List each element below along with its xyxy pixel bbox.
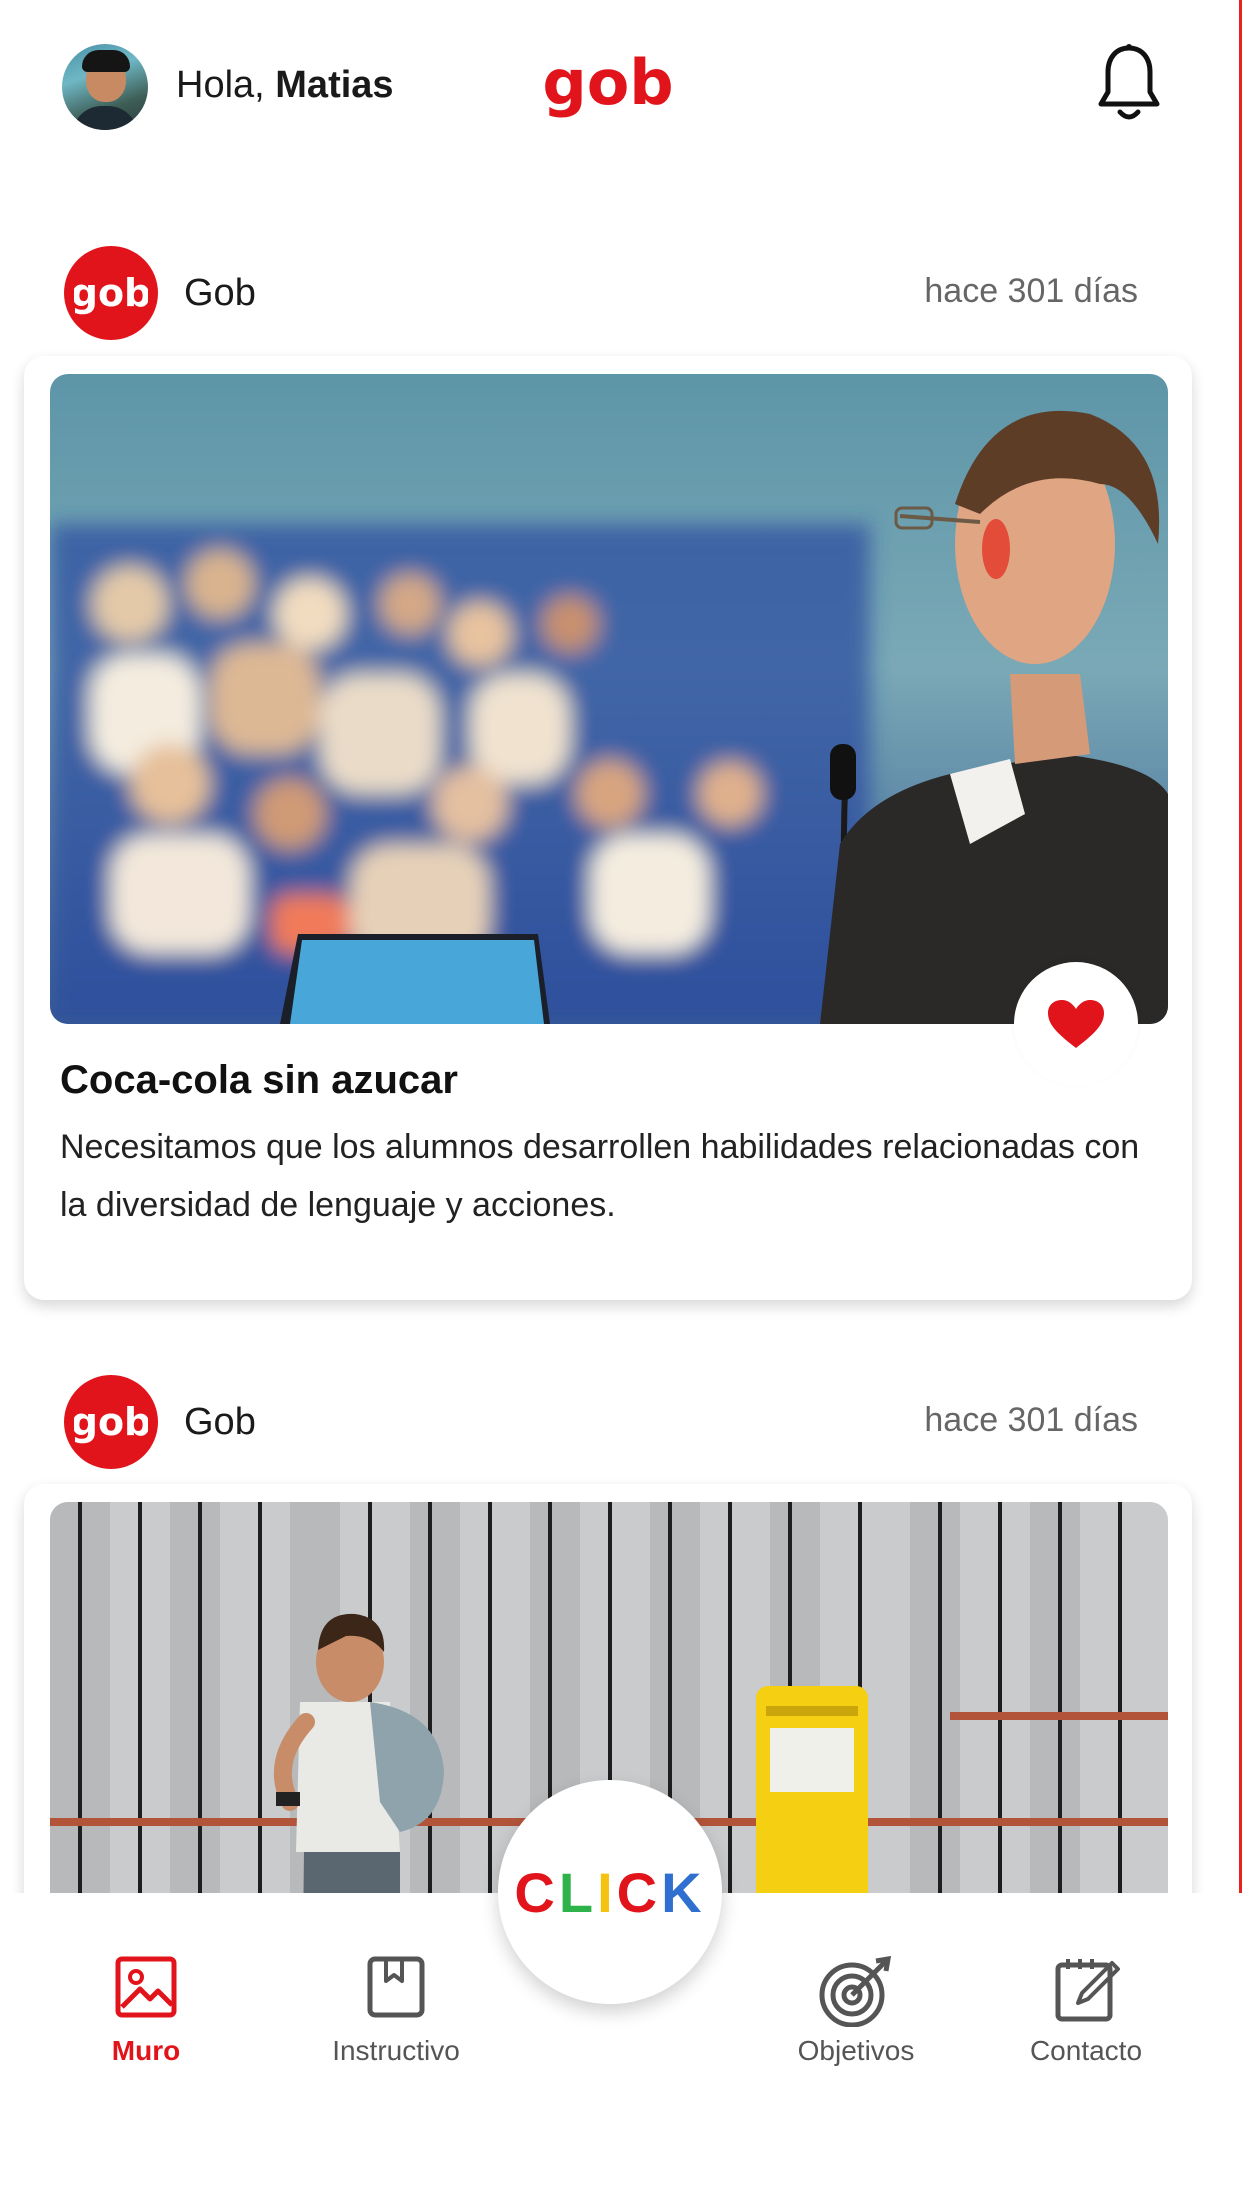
heart-icon bbox=[1048, 1000, 1104, 1048]
user-name: Matias bbox=[275, 64, 394, 106]
post-description: Necesitamos que los alumnos desarrollen … bbox=[60, 1128, 1140, 1224]
post-time: hace 301 días bbox=[924, 272, 1138, 310]
nav-item-contacto[interactable]: Contacto bbox=[986, 1893, 1186, 2066]
svg-text:gob: gob bbox=[74, 1400, 148, 1444]
nav-label: Objetivos bbox=[797, 2035, 915, 2066]
target-icon bbox=[819, 1955, 892, 2027]
post-author-name: Gob bbox=[184, 272, 256, 314]
bell-icon[interactable] bbox=[1096, 42, 1162, 126]
post-card[interactable]: Coca-cola sin azucar Necesitamos que los… bbox=[24, 356, 1192, 1300]
nav-item-muro[interactable]: Muro bbox=[46, 1893, 246, 2066]
svg-text:gob: gob bbox=[74, 271, 148, 315]
post-author-avatar[interactable]: gob bbox=[64, 1375, 158, 1469]
post-header: gob Gob hace 301 días bbox=[0, 246, 1242, 346]
post-author-avatar[interactable]: gob bbox=[64, 246, 158, 340]
svg-text:gob: gob bbox=[542, 46, 673, 119]
post-header: gob Gob hace 301 días bbox=[0, 1375, 1242, 1475]
greeting-prefix: Hola, bbox=[176, 64, 265, 106]
nav-item-instructivo[interactable]: Instructivo bbox=[296, 1893, 496, 2066]
nav-label: Contacto bbox=[1029, 2035, 1143, 2066]
greeting: Hola, Matias bbox=[176, 64, 394, 107]
nav-label: Instructivo bbox=[332, 2035, 460, 2066]
post-time: hace 301 días bbox=[924, 1401, 1138, 1439]
gob-logo: gob bbox=[542, 46, 673, 119]
post-author-name: Gob bbox=[184, 1401, 256, 1443]
post-image bbox=[50, 374, 1168, 1024]
like-button[interactable] bbox=[1014, 962, 1138, 1086]
click-logo: CLICK bbox=[514, 1861, 706, 1924]
nav-item-objetivos[interactable]: Objetivos bbox=[756, 1893, 956, 2066]
user-avatar[interactable] bbox=[62, 44, 148, 130]
note-edit-icon bbox=[1055, 1959, 1120, 2022]
click-button[interactable]: CLICK bbox=[498, 1780, 722, 2004]
image-icon bbox=[115, 1956, 177, 2018]
book-icon bbox=[367, 1956, 425, 2018]
post-title: Coca-cola sin azucar bbox=[60, 1058, 458, 1102]
app-header: Hola, Matias gob bbox=[0, 0, 1242, 170]
nav-label: Muro bbox=[111, 2035, 181, 2066]
